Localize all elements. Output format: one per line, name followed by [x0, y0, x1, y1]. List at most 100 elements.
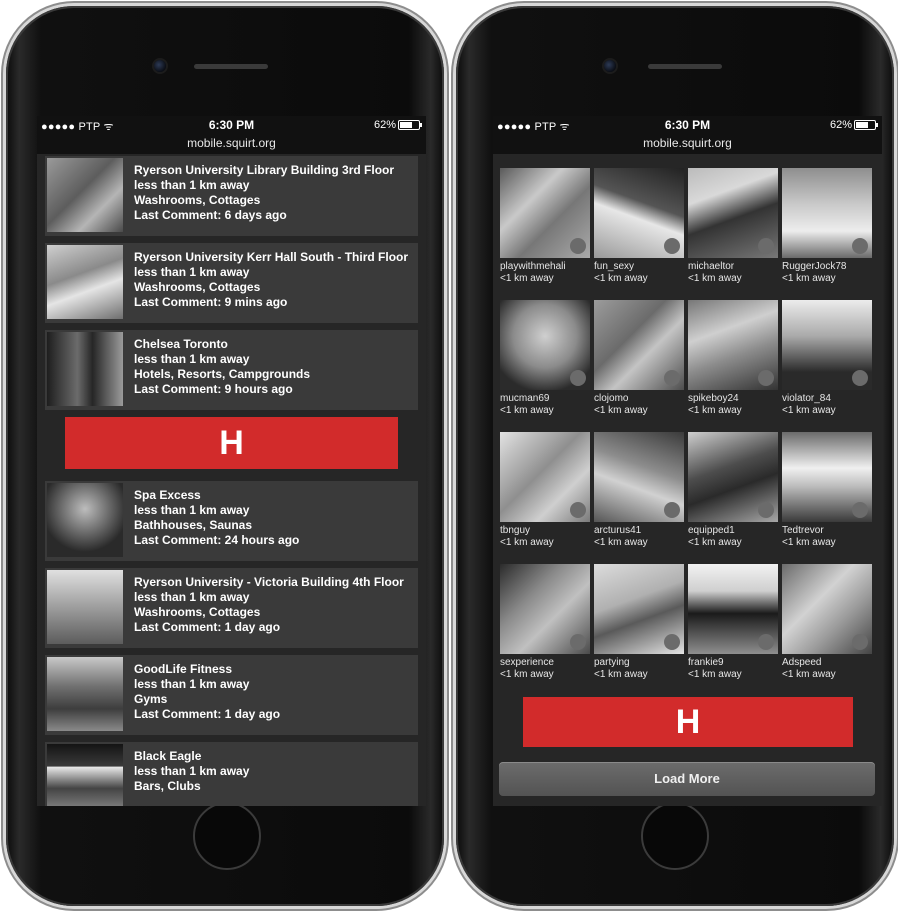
user-photo — [688, 564, 778, 654]
user-tile[interactable]: fun_sexy <1 km away — [594, 168, 684, 290]
users-screen: ●●●●● PTP ᯤ 6:30 PM 62% mobile.squirt.or… — [493, 116, 882, 806]
place-distance: less than 1 km away — [134, 178, 250, 192]
user-tile[interactable]: partying <1 km away — [594, 564, 684, 686]
place-name: Ryerson University Kerr Hall South - Thi… — [134, 250, 409, 264]
place-category: Washrooms, Cottages — [134, 280, 261, 294]
place-name: Ryerson University - Victoria Building 4… — [134, 575, 404, 589]
place-name: Black Eagle — [134, 749, 202, 763]
online-status-icon — [664, 370, 680, 386]
list-item[interactable]: Ryerson University Kerr Hall South - Thi… — [45, 243, 418, 323]
online-status-icon — [570, 502, 586, 518]
user-distance: <1 km away — [782, 669, 836, 680]
battery-status: 62% — [373, 119, 422, 131]
user-distance: <1 km away — [782, 405, 836, 416]
user-name: Adspeed — [782, 657, 822, 668]
ad-banner[interactable]: H — [65, 417, 398, 469]
user-distance: <1 km away — [688, 405, 742, 416]
user-photo — [782, 168, 872, 258]
user-distance: <1 km away — [594, 537, 648, 548]
user-tile[interactable]: playwithmehali <1 km away — [500, 168, 590, 290]
user-name: michaeltor — [688, 261, 735, 272]
place-category: Bars, Clubs — [134, 779, 201, 793]
home-button[interactable] — [641, 802, 709, 870]
user-tile[interactable]: frankie9 <1 km away — [688, 564, 778, 686]
user-photo — [782, 564, 872, 654]
list-item[interactable]: Spa Excess less than 1 km away Bathhouse… — [45, 481, 418, 561]
place-category: Gyms — [134, 692, 168, 706]
user-photo — [500, 432, 590, 522]
ad-banner[interactable]: H — [523, 697, 853, 747]
user-name: mucman69 — [500, 393, 550, 404]
online-status-icon — [852, 634, 868, 650]
user-distance: <1 km away — [500, 537, 554, 548]
user-tile[interactable]: arcturus41 <1 km away — [594, 432, 684, 554]
user-photo — [782, 432, 872, 522]
earpiece-speaker — [648, 64, 722, 69]
user-name: frankie9 — [688, 657, 724, 668]
user-distance: <1 km away — [688, 537, 742, 548]
place-info: Black Eagle less than 1 km away Bars, Cl… — [134, 749, 418, 794]
place-last-comment: Last Comment: 1 day ago — [134, 707, 281, 721]
place-last-comment: Last Comment: 9 hours ago — [134, 382, 293, 396]
user-photo — [500, 564, 590, 654]
user-distance: <1 km away — [688, 669, 742, 680]
list-item[interactable]: Chelsea Toronto less than 1 km away Hote… — [45, 330, 418, 410]
place-distance: less than 1 km away — [134, 764, 250, 778]
user-distance: <1 km away — [782, 273, 836, 284]
online-status-icon — [852, 502, 868, 518]
url-bar[interactable]: mobile.squirt.org — [37, 134, 426, 154]
place-thumbnail — [47, 158, 123, 232]
user-tile[interactable]: tbnguy <1 km away — [500, 432, 590, 554]
place-info: Ryerson University - Victoria Building 4… — [134, 575, 418, 635]
user-photo — [500, 168, 590, 258]
user-tile[interactable]: spikeboy24 <1 km away — [688, 300, 778, 422]
list-item[interactable]: GoodLife Fitness less than 1 km away Gym… — [45, 655, 418, 735]
user-tile[interactable]: mucman69 <1 km away — [500, 300, 590, 422]
user-photo — [500, 300, 590, 390]
place-thumbnail — [47, 570, 123, 644]
user-name: equipped1 — [688, 525, 735, 536]
user-tile[interactable]: RuggerJock78 <1 km away — [782, 168, 872, 290]
user-distance: <1 km away — [782, 537, 836, 548]
url-bar[interactable]: mobile.squirt.org — [493, 134, 882, 154]
place-name: GoodLife Fitness — [134, 662, 233, 676]
places-list: Ryerson University Library Building 3rd … — [37, 154, 426, 806]
user-distance: <1 km away — [688, 273, 742, 284]
online-status-icon — [570, 370, 586, 386]
list-item[interactable]: Ryerson University - Victoria Building 4… — [45, 568, 418, 648]
status-time: 6:30 PM — [664, 118, 711, 132]
user-tile[interactable]: clojomo <1 km away — [594, 300, 684, 422]
load-more-button[interactable]: Load More — [499, 762, 875, 796]
user-tile[interactable]: Adspeed <1 km away — [782, 564, 872, 686]
place-info: Spa Excess less than 1 km away Bathhouse… — [134, 488, 418, 548]
user-photo — [688, 432, 778, 522]
user-tile[interactable]: michaeltor <1 km away — [688, 168, 778, 290]
list-item[interactable]: Black Eagle less than 1 km away Bars, Cl… — [45, 742, 418, 806]
place-thumbnail — [47, 744, 123, 806]
user-distance: <1 km away — [594, 405, 648, 416]
user-photo — [594, 564, 684, 654]
user-tile[interactable]: Tedtrevor <1 km away — [782, 432, 872, 554]
user-photo — [688, 168, 778, 258]
place-thumbnail — [47, 245, 123, 319]
user-name: spikeboy24 — [688, 393, 739, 404]
user-name: RuggerJock78 — [782, 261, 847, 272]
battery-icon — [854, 120, 878, 131]
front-camera-icon — [154, 60, 166, 72]
user-tile[interactable]: violator_84 <1 km away — [782, 300, 872, 422]
place-thumbnail — [47, 657, 123, 731]
place-thumbnail — [47, 483, 123, 557]
status-bar: ●●●●● PTP ᯤ 6:30 PM 62% — [493, 116, 882, 134]
place-category: Hotels, Resorts, Campgrounds — [134, 367, 311, 381]
home-button[interactable] — [193, 802, 261, 870]
front-camera-icon — [604, 60, 616, 72]
place-distance: less than 1 km away — [134, 352, 250, 366]
place-category: Washrooms, Cottages — [134, 193, 261, 207]
user-tile[interactable]: sexperience <1 km away — [500, 564, 590, 686]
user-name: partying — [594, 657, 630, 668]
list-item[interactable]: Ryerson University Library Building 3rd … — [45, 156, 418, 236]
online-status-icon — [664, 238, 680, 254]
user-tile[interactable]: equipped1 <1 km away — [688, 432, 778, 554]
battery-percent: 62% — [373, 119, 396, 131]
place-name: Ryerson University Library Building 3rd … — [134, 163, 395, 177]
